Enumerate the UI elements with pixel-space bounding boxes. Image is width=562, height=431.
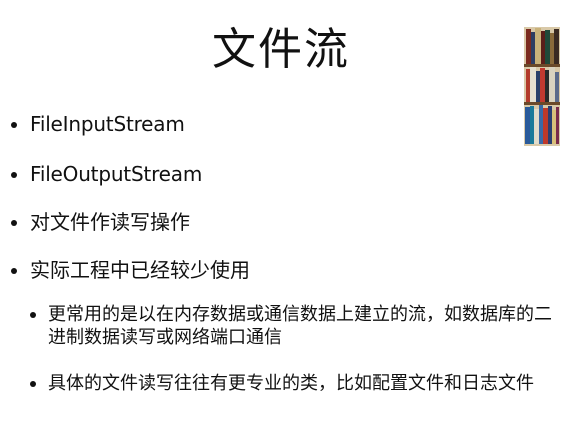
bullet-text: 更常用的是以在内存数据或通信数据上建立的流，如数据库的二进制数据读写或网络端口通…	[48, 304, 552, 348]
bullet-text: 实际工程中已经较少使用	[30, 258, 250, 282]
bullet-icon	[11, 268, 17, 274]
list-item: 实际工程中已经较少使用	[11, 258, 520, 282]
bullet-icon	[30, 312, 36, 318]
bullet-list: FileInputStream FileOutputStream 对文件作读写操…	[0, 0, 562, 431]
slide: 文件流 FileInputStream FileOutputStream 对文件…	[0, 0, 562, 431]
list-item: FileOutputStream	[11, 162, 520, 186]
bullet-icon	[11, 220, 17, 226]
bullet-text: 对文件作读写操作	[30, 210, 190, 234]
bullet-text: 具体的文件读写往往有更专业的类，比如配置文件和日志文件	[48, 373, 534, 394]
bullet-icon	[30, 381, 36, 387]
list-item: 更常用的是以在内存数据或通信数据上建立的流，如数据库的二进制数据读写或网络端口通…	[30, 303, 553, 349]
bullet-icon	[11, 122, 17, 128]
bullet-icon	[11, 172, 17, 178]
list-item: FileInputStream	[11, 112, 520, 136]
bullet-text: FileOutputStream	[30, 162, 203, 186]
list-item: 对文件作读写操作	[11, 210, 520, 234]
list-item: 具体的文件读写往往有更专业的类，比如配置文件和日志文件	[30, 372, 553, 395]
bullet-text: FileInputStream	[30, 112, 185, 136]
